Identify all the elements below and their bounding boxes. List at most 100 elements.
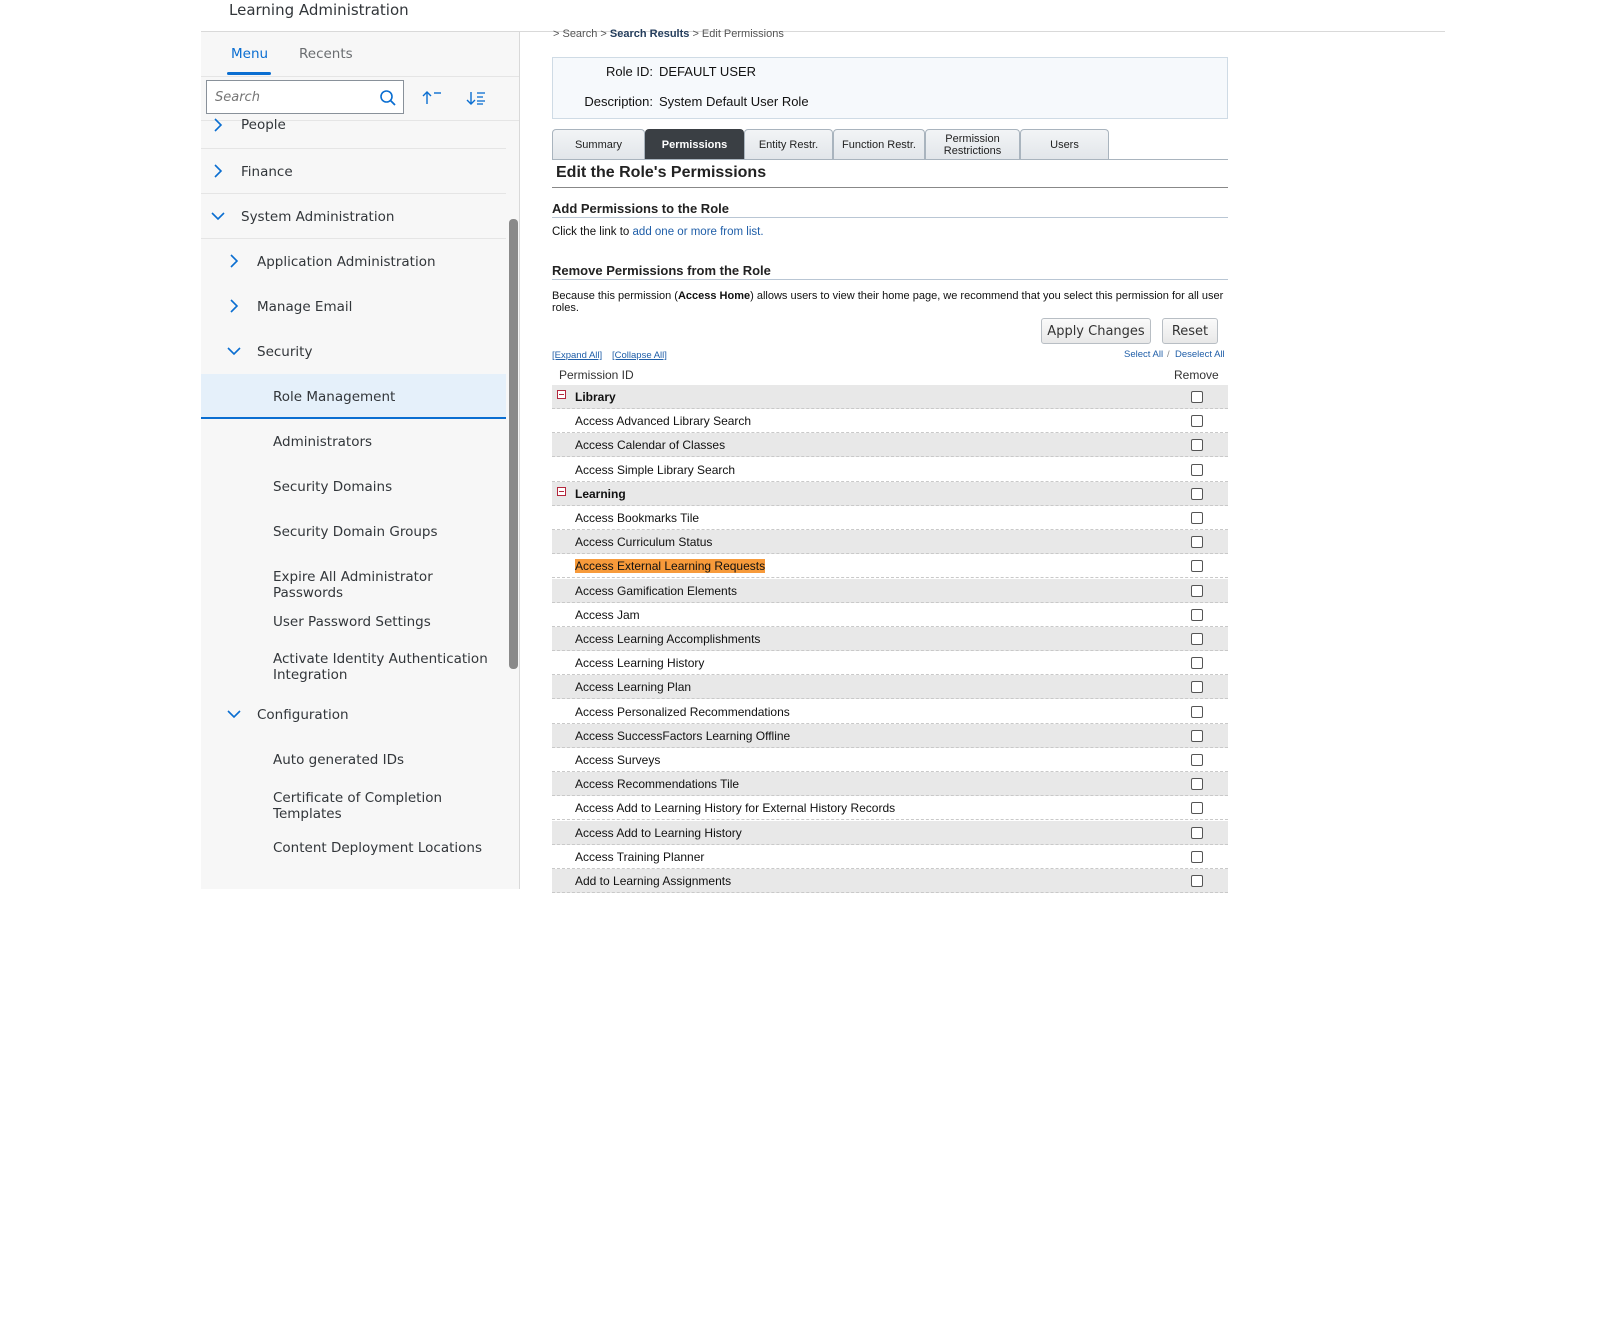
remove-checkbox[interactable]: [1191, 802, 1203, 815]
permission-name: Access Bookmarks Tile: [575, 511, 700, 525]
sidebar-item-application-administration[interactable]: Application Administration: [201, 239, 506, 284]
permission-row: Access Surveys: [552, 748, 1228, 772]
permission-row: Access SuccessFactors Learning Offline: [552, 723, 1228, 748]
collapse-toggle-icon[interactable]: [557, 486, 566, 496]
remove-checkbox[interactable]: [1191, 584, 1203, 597]
sort-ascending-icon[interactable]: [421, 88, 443, 108]
sidebar-item-content-deployment-locations[interactable]: Content Deployment Locations: [201, 834, 506, 879]
tabs-divider: [201, 76, 519, 77]
tab-entity-restrictions[interactable]: Entity Restr.: [744, 129, 833, 159]
permission-name: Access Curriculum Status: [575, 535, 713, 550]
breadcrumb: > Search > Search Results > Edit Permiss…: [553, 28, 784, 40]
remove-checkbox[interactable]: [1191, 826, 1203, 839]
sidebar-item-label: Finance: [241, 164, 293, 180]
app-title: Learning Administration: [229, 1, 409, 19]
collapse-toggle-icon[interactable]: [557, 390, 566, 399]
tab-permission-restrictions[interactable]: Permission Restrictions: [925, 129, 1020, 159]
breadcrumb-search-results[interactable]: Search Results: [610, 28, 689, 40]
permission-row: Access Advanced Library Search: [552, 409, 1228, 434]
sidebar-item-label: Security Domains: [273, 479, 393, 495]
sidebar-item-certificate-templates[interactable]: Certificate of Completion Templates: [201, 784, 506, 834]
remove-checkbox[interactable]: [1191, 875, 1203, 887]
tab-summary[interactable]: Summary: [552, 129, 645, 159]
remove-checkbox[interactable]: [1191, 560, 1203, 573]
add-from-list-link[interactable]: add one or more from list.: [633, 226, 764, 238]
sidebar-item-security-domain-groups[interactable]: Security Domain Groups: [201, 509, 506, 554]
permission-row: Access External Learning Requests: [552, 554, 1228, 579]
sort-descending-icon[interactable]: [465, 88, 487, 108]
sidebar-item-auto-generated-ids[interactable]: Auto generated IDs: [201, 739, 506, 784]
expand-all-link[interactable]: [Expand All]: [552, 350, 602, 361]
deselect-all-link[interactable]: Deselect All: [1175, 349, 1225, 360]
remove-checkbox[interactable]: [1191, 705, 1203, 718]
sidebar-item-people[interactable]: People: [201, 115, 506, 149]
sidebar-scrollbar-thumb[interactable]: [509, 219, 518, 669]
select-all-link[interactable]: Select All: [1124, 349, 1163, 360]
add-permissions-prompt: Click the link to: [552, 226, 633, 238]
chevron-right-icon: [230, 299, 239, 313]
sidebar-item-security[interactable]: Security: [201, 329, 506, 374]
tab-recents[interactable]: Recents: [299, 46, 353, 62]
apply-changes-button[interactable]: Apply Changes: [1041, 318, 1151, 344]
remove-checkbox[interactable]: [1191, 754, 1203, 766]
remove-checkbox[interactable]: [1191, 657, 1203, 670]
permission-group-row: Library: [552, 385, 1228, 409]
sidebar-item-expire-passwords[interactable]: Expire All Administrator Passwords: [201, 554, 506, 601]
remove-desc-text-a: Because this permission (: [552, 290, 678, 302]
chevron-right-icon: [214, 118, 223, 132]
permission-name: Access Add to Learning History for Exter…: [575, 801, 896, 816]
tab-function-restrictions[interactable]: Function Restr.: [833, 129, 925, 159]
search-icon[interactable]: [379, 89, 397, 107]
chevron-right-icon: [230, 254, 239, 268]
search-input[interactable]: [215, 87, 365, 107]
tab-permissions[interactable]: Permissions: [645, 129, 744, 159]
tabs-divider: [552, 159, 1228, 160]
remove-checkbox[interactable]: [1191, 415, 1203, 428]
permission-name: Access Simple Library Search: [575, 462, 736, 477]
select-separator: /: [1167, 349, 1170, 360]
remove-checkbox[interactable]: [1191, 681, 1203, 694]
collapse-all-link[interactable]: [Collapse All]: [612, 350, 667, 361]
sidebar-item-user-password-settings[interactable]: User Password Settings: [201, 599, 506, 644]
sidebar-item-label-line2: Templates: [273, 806, 342, 822]
role-description-value: System Default User Role: [659, 94, 809, 109]
remove-checkbox[interactable]: [1191, 439, 1203, 452]
remove-checkbox[interactable]: [1191, 729, 1203, 742]
sidebar-item-role-management[interactable]: Role Management: [201, 374, 506, 419]
remove-checkbox[interactable]: [1191, 608, 1203, 621]
sidebar-item-security-domains[interactable]: Security Domains: [201, 464, 506, 509]
remove-checkbox[interactable]: [1191, 391, 1203, 403]
permission-row: Access Curriculum Status: [552, 530, 1228, 555]
sidebar-item-manage-email[interactable]: Manage Email: [201, 284, 506, 329]
sidebar-item-label: Certificate of Completion: [273, 790, 443, 806]
tab-menu[interactable]: Menu: [231, 46, 268, 62]
sidebar-item-system-administration[interactable]: System Administration: [201, 194, 506, 239]
sidebar-item-finance[interactable]: Finance: [201, 149, 506, 194]
remove-checkbox[interactable]: [1191, 487, 1203, 500]
remove-checkbox[interactable]: [1191, 536, 1203, 549]
sidebar-item-label: Security Domain Groups: [273, 524, 438, 540]
remove-checkbox[interactable]: [1191, 633, 1203, 645]
breadcrumb-search[interactable]: > Search >: [553, 28, 607, 40]
breadcrumb-current: > Edit Permissions: [692, 28, 784, 40]
remove-checkbox[interactable]: [1191, 512, 1203, 524]
sidebar-item-administrators[interactable]: Administrators: [201, 419, 506, 464]
sidebar-item-configuration[interactable]: Configuration: [201, 694, 506, 739]
sidebar-item-activate-identity-authentication[interactable]: Activate Identity Authentication Integra…: [201, 644, 506, 694]
reset-button[interactable]: Reset: [1162, 318, 1218, 344]
tab-permission-restrictions-line2: Restrictions: [943, 144, 1002, 157]
remove-checkbox[interactable]: [1191, 463, 1203, 476]
permission-name: Access Recommendations Tile: [575, 777, 740, 792]
tab-users[interactable]: Users: [1020, 129, 1109, 159]
remove-checkbox[interactable]: [1191, 850, 1203, 863]
permission-row: Access Add to Learning History: [552, 820, 1228, 845]
sidebar-item-label: Security: [257, 344, 313, 360]
sidebar-item-label: Application Administration: [257, 254, 436, 270]
permission-name: Access Surveys: [575, 753, 661, 767]
remove-checkbox[interactable]: [1191, 778, 1203, 791]
permission-name: Add to Learning Assignments: [575, 874, 732, 888]
permission-row: Add to Learning Assignments: [552, 869, 1228, 893]
page-title: Edit the Role's Permissions: [556, 164, 767, 181]
sidebar-item-label: Content Deployment Locations: [273, 840, 482, 856]
sidebar-item-label: People: [241, 117, 286, 133]
